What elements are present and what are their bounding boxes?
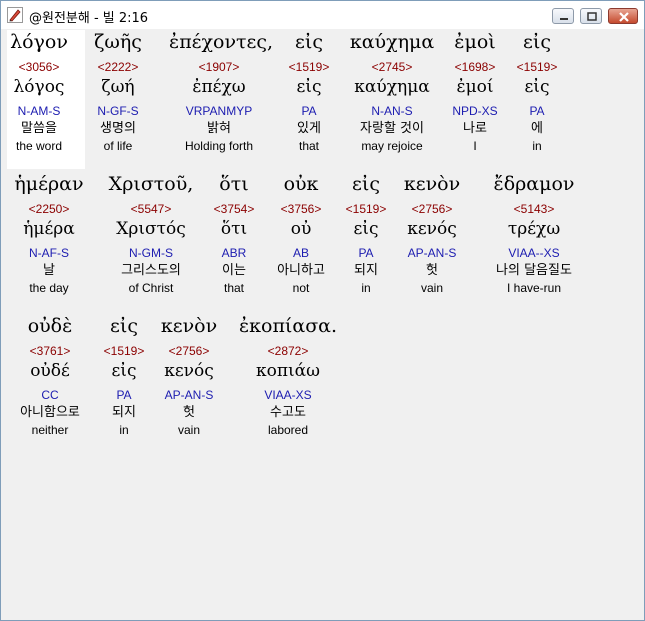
- korean-gloss: 수고도: [270, 405, 306, 420]
- parsing-code: AP-AN-S: [164, 388, 214, 402]
- greek-word: ἔδραμον: [493, 173, 575, 195]
- word-column[interactable]: ἐπέχοντες, <1907> ἐπέχω VRPANMYP 밝혀 Holding f…: [169, 30, 274, 155]
- word-column[interactable]: κενὸν <2756> κενός AP-AN-S 헛 vain: [139, 314, 239, 439]
- korean-gloss: 헛: [426, 263, 438, 278]
- english-gloss: the day: [29, 281, 69, 295]
- korean-gloss: 헛: [183, 405, 195, 420]
- greek-word: ἐπέχοντες,: [169, 31, 274, 53]
- english-gloss: vain: [177, 423, 200, 437]
- korean-gloss: 에: [531, 121, 543, 136]
- korean-gloss: 밝혀: [207, 121, 231, 136]
- greek-word: ἐκοπίασα.: [238, 315, 338, 337]
- greek-word: κενὸν: [160, 315, 218, 337]
- maximize-button[interactable]: [580, 8, 602, 24]
- title-bar[interactable]: @원전분해 - 빌 2:16: [1, 1, 644, 29]
- lemma: κενός: [407, 219, 457, 239]
- parsing-code: PA: [529, 104, 545, 118]
- korean-gloss: 나의 달음질도: [496, 263, 572, 278]
- strong-number: <1907>: [198, 60, 240, 74]
- parsing-code: AP-AN-S: [407, 246, 457, 260]
- english-gloss: of life: [103, 139, 133, 153]
- strong-number: <2756>: [168, 344, 210, 358]
- parsing-code: VIAA--XS: [508, 246, 560, 260]
- word-column[interactable]: κενὸν <2756> κενός AP-AN-S 헛 vain: [382, 172, 482, 297]
- lemma: κοπιάω: [255, 361, 321, 381]
- strong-number: <5143>: [513, 202, 555, 216]
- close-button[interactable]: [608, 8, 638, 24]
- english-gloss: in: [532, 139, 542, 153]
- english-gloss: I have-run: [506, 281, 562, 295]
- lemma: ἡμέρα: [23, 219, 75, 239]
- korean-gloss: 생명의: [100, 121, 136, 136]
- interlinear-panel: λόγον <3056> λόγος N-AM-S 말씀을 the word ζωῆς <22…: [7, 30, 637, 615]
- word-column[interactable]: ἐκοπίασα. <2872> κοπιάω VIAA-XS 수고도 labored: [238, 314, 338, 439]
- interlinear-window: @원전분해 - 빌 2:16 λόγον <3056> λόγος N-AM-S 말씀을…: [0, 0, 645, 621]
- word-column[interactable]: ἔδραμον <5143> τρέχω VIAA--XS 나의 달음질도 I have-…: [484, 172, 584, 297]
- english-gloss: vain: [420, 281, 443, 295]
- minimize-icon: [560, 18, 568, 20]
- lemma: ζωή: [101, 77, 135, 97]
- greek-word: ζωῆς: [94, 31, 142, 53]
- minimize-button[interactable]: [552, 8, 574, 24]
- greek-word: κενὸν: [403, 173, 461, 195]
- pen-icon: [7, 7, 23, 23]
- parsing-code: VIAA-XS: [264, 388, 312, 402]
- window-title: @원전분해 - 빌 2:16: [29, 11, 149, 26]
- english-gloss: labored: [267, 423, 309, 437]
- strong-number: <2250>: [28, 202, 70, 216]
- strong-number: <1519>: [516, 60, 558, 74]
- korean-gloss: 날: [43, 263, 55, 278]
- strong-number: <2872>: [267, 344, 309, 358]
- greek-word: εἰς: [523, 31, 551, 53]
- strong-number: <2756>: [411, 202, 453, 216]
- strong-number: <2222>: [97, 60, 139, 74]
- word-column[interactable]: εἰς <1519> εἰς PA 에 in: [487, 30, 587, 155]
- lemma: ἐπέχω: [192, 77, 246, 97]
- maximize-icon: [587, 12, 597, 21]
- word-column[interactable]: ζωῆς <2222> ζωή N-GF-S 생명의 of life: [68, 30, 168, 155]
- parsing-code: N-GF-S: [97, 104, 139, 118]
- lemma: κενός: [164, 361, 214, 381]
- english-gloss: Holding forth: [184, 139, 254, 153]
- word-column[interactable]: ἡμέραν <2250> ἡμέρα N-AF-S 날 the day: [0, 172, 99, 297]
- close-icon: [619, 12, 629, 22]
- lemma: τρέχω: [507, 219, 561, 239]
- lemma: εἰς: [524, 77, 550, 97]
- parsing-code: N-AF-S: [29, 246, 69, 260]
- greek-word: ἡμέραν: [14, 173, 84, 195]
- parsing-code: VRPANMYP: [185, 104, 253, 118]
